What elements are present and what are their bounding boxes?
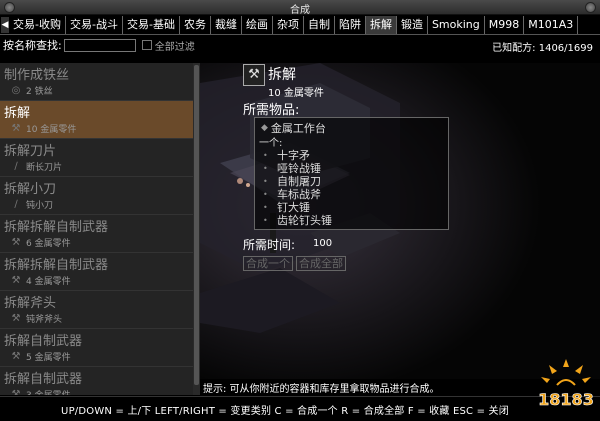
recipe-item-output-label: 4 金属零件 (26, 277, 71, 287)
recipe-item[interactable]: 拆解 ⚒ 10 金属零件 (0, 101, 193, 139)
recipe-item-output: ⚒ 3 金属零件 (10, 388, 71, 396)
time-label: 所需时间: (243, 238, 296, 252)
recipe-item[interactable]: 拆解自制武器 ⚒ 5 金属零件 (0, 329, 193, 367)
tab-0[interactable]: 交易-收购 (9, 15, 66, 34)
recipe-item-output-label: 钝小刀 (26, 201, 54, 211)
workbench-icon: ◆ (261, 123, 268, 133)
item-bullet-icon: • (263, 150, 268, 160)
weapon-icon: ⚒ (11, 388, 21, 396)
item-bullet-icon: • (263, 189, 268, 199)
tab-scroll-left-icon[interactable]: ◀ (1, 16, 9, 33)
tab-4[interactable]: 裁缝 (211, 15, 242, 34)
window-close-icon[interactable] (585, 2, 596, 13)
recipe-item-name: 拆解拆解自制武器 (4, 258, 109, 273)
recipe-item-output: ⚒ 4 金属零件 (10, 274, 71, 288)
shortcut-text: UP/DOWN = 上/下 LEFT/RIGHT = 变更类别 C = 合成一个… (61, 406, 509, 417)
recipe-item-output-label: 5 金属零件 (26, 353, 71, 363)
recipe-title: 拆解 (268, 67, 296, 83)
known-recipes-count: 已知配方: 1406/1699 (492, 43, 593, 54)
tab-1[interactable]: 交易-战斗 (66, 15, 123, 34)
recipe-result-icon: ⚒ (243, 64, 265, 86)
blade-icon: ∕ (14, 160, 18, 172)
search-input[interactable] (63, 38, 136, 52)
recipe-item-output: ∕ 断长刀片 (10, 160, 63, 174)
tab-13[interactable]: M101A3 (524, 15, 579, 34)
weapon-icon: ⚒ (11, 274, 21, 286)
recipe-item-name: 拆解拆解自制武器 (4, 220, 109, 235)
recipe-item[interactable]: 制作成铁丝 ◎ 2 铁丝 (0, 63, 193, 101)
recipe-item-output-label: 6 金属零件 (26, 239, 71, 249)
tab-6[interactable]: 杂项 (273, 15, 304, 34)
recipe-item-name: 拆解小刀 (4, 182, 57, 197)
watermark-logo: 18183 (538, 359, 594, 409)
recipe-item-output-label: 断长刀片 (26, 163, 63, 173)
tab-8[interactable]: 陷阱 (335, 15, 366, 34)
recipe-item-name: 拆解自制武器 (4, 334, 83, 349)
recipe-item-output-label: 10 金属零件 (26, 125, 77, 135)
recipe-item-output: ∕ 钝小刀 (10, 198, 54, 212)
required-items-box: ◆ 金属工作台 一个: • 十字矛 • 哑铃战锤 • 自制屠刀 • 车标战斧 • 钉大锤 • 齿轮钉头… (254, 117, 449, 230)
shortcut-bar: UP/DOWN = 上/下 LEFT/RIGHT = 变更类别 C = 合成一个… (0, 396, 600, 421)
filter-all-checkbox[interactable] (141, 40, 152, 50)
recipe-item[interactable]: 拆解小刀 ∕ 钝小刀 (0, 177, 193, 215)
item-bullet-icon: • (263, 176, 268, 186)
recipe-item-name: 拆解刀片 (4, 144, 57, 159)
recipe-item-output-label: 钝斧斧头 (26, 315, 63, 325)
tab-5[interactable]: 绘画 (242, 15, 273, 34)
filter-all-label: 全部过滤 (154, 41, 195, 53)
recipe-item-output-label: 3 金属零件 (26, 388, 71, 395)
recipe-item-name: 制作成铁丝 (4, 68, 70, 83)
recipe-item[interactable]: 拆解拆解自制武器 ⚒ 6 金属零件 (0, 215, 193, 253)
recipe-item-output: ◎ 2 铁丝 (10, 84, 53, 98)
coil-icon: ◎ (11, 84, 21, 96)
weapon-icon: ⚒ (11, 350, 21, 362)
recipe-item[interactable]: 拆解刀片 ∕ 断长刀片 (0, 139, 193, 177)
window-title: 合成 (290, 5, 310, 16)
item-bullet-icon: • (263, 215, 268, 225)
tab-12[interactable]: M998 (485, 15, 525, 34)
required-items-label: 所需物品: (243, 103, 300, 118)
recipe-item[interactable]: 拆解拆解自制武器 ⚒ 4 金属零件 (0, 253, 193, 291)
recipe-item[interactable]: 拆解斧头 ⚒ 钝斧斧头 (0, 291, 193, 329)
tab-11[interactable]: Smoking (428, 15, 485, 34)
title-bar: 合成 (0, 0, 600, 16)
recipe-output: 10 金属零件 (268, 88, 324, 99)
recipe-item-name: 拆解 (4, 106, 31, 121)
tab-7[interactable]: 自制 (304, 15, 335, 34)
tab-3[interactable]: 农务 (180, 15, 211, 34)
recipe-item[interactable]: 拆解自制武器⚒ 3 金属零件 (0, 367, 193, 395)
search-label: 按名称查找: (3, 39, 62, 52)
tab-2[interactable]: 交易-基础 (123, 15, 180, 34)
craft-all-button[interactable]: 合成全部 (296, 256, 346, 271)
category-tabs: ◀ 交易-收购 交易-战斗 交易-基础 农务 裁缝 绘画 杂项 自制 陷阱 拆解 锻造 Smoking… (0, 15, 600, 35)
axe-icon: ⚒ (11, 312, 21, 324)
recipe-list-scrollbar[interactable] (193, 63, 200, 395)
required-item-label: 齿轮钉头锤 (277, 214, 332, 227)
scrollbar-thumb[interactable] (194, 65, 199, 385)
recipe-item-output: ⚒ 钝斧斧头 (10, 312, 63, 326)
tab-9[interactable]: 拆解 (365, 15, 397, 34)
time-value: 100 (313, 238, 333, 249)
disassemble-icon: ⚒ (11, 122, 21, 134)
weapon-icon: ⚒ (11, 236, 21, 248)
tab-10[interactable]: 锻造 (397, 15, 428, 34)
recipe-item-name: 拆解斧头 (4, 296, 57, 311)
hint-text: 提示: 可从你附近的容器和库存里拿取物品进行合成。 (203, 384, 440, 395)
knife-icon: ∕ (14, 198, 18, 210)
watermark-text: 18183 (538, 390, 594, 409)
recipe-item-output: ⚒ 6 金属零件 (10, 236, 71, 250)
recipe-item-output-label: 2 铁丝 (26, 87, 53, 97)
craft-one-button[interactable]: 合成一个 (243, 256, 293, 271)
item-bullet-icon: • (263, 202, 268, 212)
recipe-item-output: ⚒ 10 金属零件 (10, 122, 77, 136)
recipe-list: 制作成铁丝 ◎ 2 铁丝 拆解 ⚒ 10 金属零件 拆解刀片 ∕ 断长刀片 拆解小刀 ∕ 钝小刀 拆解拆… (0, 63, 193, 395)
recipe-item-output: ⚒ 5 金属零件 (10, 350, 71, 364)
item-bullet-icon: • (263, 163, 268, 173)
required-item: • 齿轮钉头锤 (263, 212, 332, 228)
search-row: 按名称查找: 全部过滤 (3, 37, 195, 53)
recipe-item-name: 拆解自制武器 (4, 372, 83, 387)
